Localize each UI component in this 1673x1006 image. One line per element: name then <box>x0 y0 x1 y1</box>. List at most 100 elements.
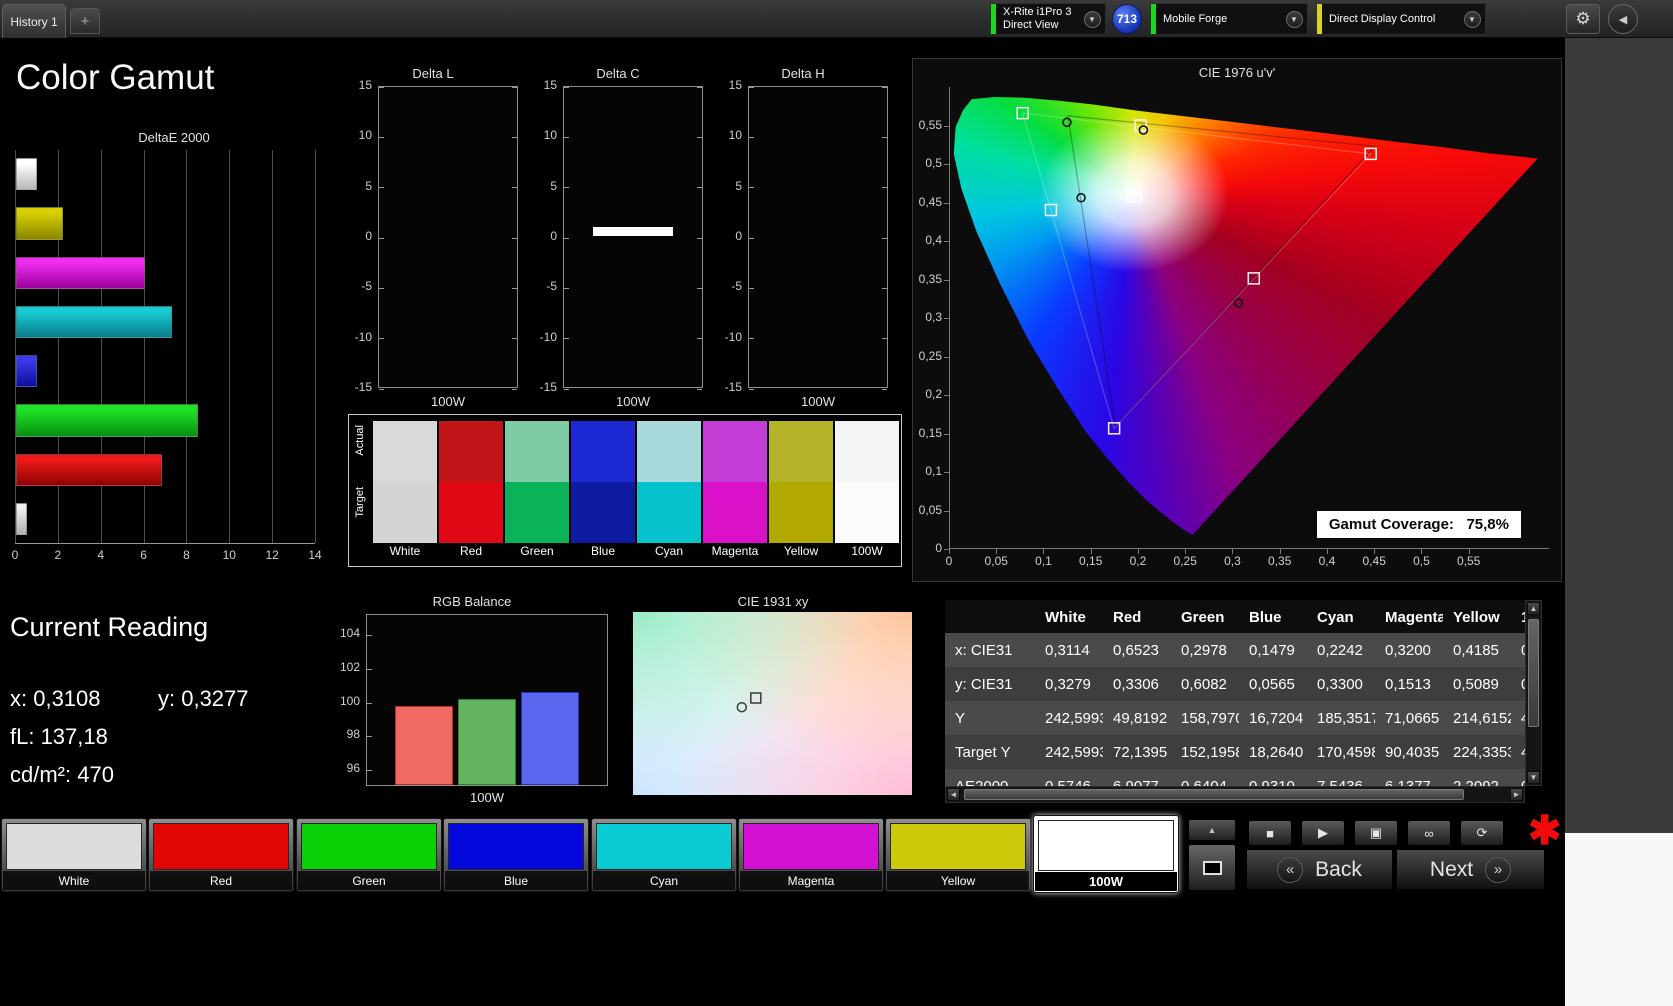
tab-history-1[interactable]: History 1 <box>2 4 66 38</box>
deltae-bar-blue <box>16 355 37 387</box>
pattern-tile-magenta[interactable]: Magenta <box>738 818 884 892</box>
gridline <box>229 150 230 543</box>
play-button[interactable]: ▶ <box>1301 820 1345 846</box>
swatch-column-100w: 100W <box>835 415 899 566</box>
table-row: x: CIE310,31140,65230,29780,14790,22420,… <box>945 633 1525 667</box>
tick-mark <box>512 389 517 390</box>
scroll-up-button[interactable]: ▲ <box>1527 602 1540 615</box>
pattern-tile-cyan[interactable]: Cyan <box>591 818 737 892</box>
target-swatch <box>439 482 503 543</box>
settings-button[interactable]: ⚙ <box>1566 4 1600 34</box>
tick-mark <box>1327 549 1328 554</box>
table-cell: 0,5089 <box>1443 667 1511 701</box>
axis-tick-label: 10 <box>344 128 372 142</box>
pattern-window-button[interactable] <box>1188 844 1236 891</box>
meter-dropdown-display-control[interactable]: Direct Display Control ▼ <box>1316 3 1486 35</box>
table-cell: 224,3353 <box>1443 735 1511 769</box>
pattern-tile-red[interactable]: Red <box>148 818 294 892</box>
axis-tick-label: 0,2 <box>1130 554 1147 568</box>
tick-mark <box>1421 549 1422 554</box>
column-header: Blue <box>1239 600 1307 634</box>
back-button[interactable]: « Back <box>1246 849 1393 890</box>
tick-mark <box>882 389 887 390</box>
tick-mark <box>882 288 887 289</box>
pattern-tile-100w[interactable]: 100W <box>1033 815 1179 893</box>
pattern-scroll-up-button[interactable]: ▲ <box>1188 819 1236 841</box>
collapse-panel-button[interactable]: ◀ <box>1608 4 1638 34</box>
tick-mark <box>379 338 384 339</box>
axis-tick-label: 4 <box>97 548 104 562</box>
tick-mark <box>882 238 887 239</box>
row-label: x: CIE31 <box>945 633 1035 667</box>
swatch-label: White <box>368 544 442 558</box>
gridline <box>272 150 273 543</box>
delta-c-chart: Delta C 100W 151050-5-10-15 <box>529 66 707 422</box>
pattern-tile-blue[interactable]: Blue <box>443 818 589 892</box>
scroll-thumb[interactable] <box>964 789 1464 800</box>
meter-dropdown-source[interactable]: Mobile Forge ▼ <box>1150 3 1308 35</box>
axis-tick-label: 14 <box>308 548 321 562</box>
chevron-down-icon: ▼ <box>1286 11 1303 28</box>
pattern-tile-white[interactable]: White <box>1 818 147 892</box>
pattern-color-patch <box>890 823 1026 870</box>
alert-asterisk-icon: ✱ <box>1528 808 1562 854</box>
swatch-column-white: White <box>373 415 437 566</box>
save-button[interactable]: ▣ <box>1354 820 1398 846</box>
tick-mark <box>564 288 569 289</box>
chart-title: DeltaE 2000 <box>14 130 334 145</box>
pattern-window-icon <box>1203 861 1222 875</box>
pattern-tile-label: Red <box>150 871 292 890</box>
scroll-down-button[interactable]: ▼ <box>1527 771 1540 784</box>
table-cell: 0,3279 <box>1035 667 1103 701</box>
tick-mark <box>564 137 569 138</box>
actual-swatch <box>373 421 437 482</box>
chart-title: RGB Balance <box>330 594 614 609</box>
table-cell: 6,1377 <box>1375 769 1443 786</box>
tick-mark <box>512 338 517 339</box>
page-title: Color Gamut <box>16 58 214 98</box>
table-cell: 158,7970 <box>1171 701 1239 735</box>
scroll-thumb[interactable] <box>1528 619 1539 727</box>
chevron-down-icon: ▼ <box>1464 11 1481 28</box>
next-arrow-icon: » <box>1485 857 1511 883</box>
axis-tick-label: 0,15 <box>1079 554 1102 568</box>
tick-mark <box>944 318 949 319</box>
next-button[interactable]: Next » <box>1396 849 1545 890</box>
refresh-button[interactable]: ⟳ <box>1460 820 1504 846</box>
meter-label: Direct Display Control <box>1322 4 1459 34</box>
scroll-left-button[interactable]: ◄ <box>947 788 960 801</box>
pattern-color-patch <box>448 823 584 870</box>
table-cell: 0,0565 <box>1239 667 1307 701</box>
axis-tick-label: 5 <box>344 179 372 193</box>
tick-mark <box>564 338 569 339</box>
meter-dropdown-i1pro[interactable]: X-Rite i1Pro 3 Direct View ▼ <box>990 3 1106 35</box>
axis-tick-label: 0,4 <box>1319 554 1336 568</box>
tick-mark <box>944 511 949 512</box>
table-horizontal-scrollbar[interactable]: ◄ ► <box>945 786 1525 803</box>
tick-mark <box>564 87 569 88</box>
table-cell: 0,6082 <box>1171 667 1239 701</box>
pattern-tile-yellow[interactable]: Yellow <box>885 818 1031 892</box>
axis-tick-label: 0,55 <box>914 118 942 132</box>
reading-cd: cd/m²: 470 <box>10 762 114 788</box>
plot-area <box>366 614 608 786</box>
stop-button[interactable]: ■ <box>1248 820 1292 846</box>
dropdown-button[interactable]: ▼ <box>1459 4 1485 34</box>
swatch-column-magenta: Magenta <box>703 415 767 566</box>
loop-button[interactable]: ∞ <box>1407 820 1451 846</box>
deltae-bar-yellow <box>16 207 63 239</box>
scroll-right-button[interactable]: ► <box>1510 788 1523 801</box>
table-vertical-scrollbar[interactable]: ▲ ▼ <box>1525 600 1542 786</box>
add-tab-button[interactable]: + <box>70 8 100 34</box>
tick-mark <box>944 126 949 127</box>
axis-tick-label: 10 <box>714 128 742 142</box>
dropdown-button[interactable]: ▼ <box>1079 4 1105 34</box>
swatch-label: Yellow <box>764 544 838 558</box>
axis-tick-label: 0,3 <box>1224 554 1241 568</box>
tick-mark <box>379 87 384 88</box>
axis-tick-label: 0,05 <box>914 503 942 517</box>
tick-mark <box>697 338 702 339</box>
axis-tick-label: 8 <box>183 548 190 562</box>
dropdown-button[interactable]: ▼ <box>1281 4 1307 34</box>
pattern-tile-green[interactable]: Green <box>296 818 442 892</box>
